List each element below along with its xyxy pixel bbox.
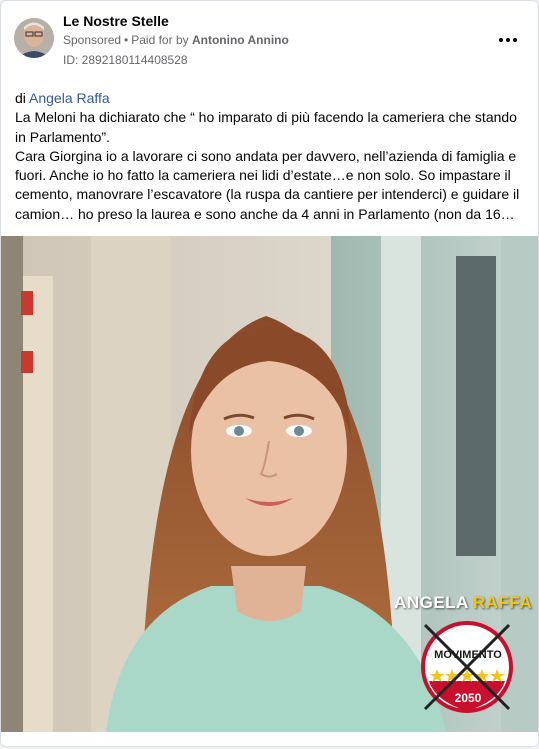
payer-name[interactable]: Antonino Annino: [192, 33, 289, 47]
page-name[interactable]: Le Nostre Stelle: [63, 13, 169, 29]
paid-for-label: Paid for by: [131, 33, 189, 47]
logo-year: 2050: [454, 691, 482, 705]
author-prefix: di: [15, 90, 30, 106]
more-dot: [506, 38, 510, 42]
post-paragraph-1: La Meloni ha dichiarato che “ ho imparat…: [15, 109, 517, 145]
post-header: Le Nostre Stelle Sponsored • Paid for by A…: [1, 1, 538, 81]
author-link[interactable]: Angela Raffa: [29, 90, 110, 106]
overlay-name: ANGELA RAFFA: [394, 593, 532, 613]
overlay-last-name: RAFFA: [472, 593, 532, 612]
post-text: di Angela Raffa La Meloni ha dichiarato …: [15, 89, 527, 224]
card-footer: [1, 732, 538, 746]
ad-id: ID: 2892180114408528: [63, 53, 188, 67]
author-line: di Angela Raffa: [15, 89, 527, 108]
logo-word: MOVIMENTO: [434, 649, 502, 661]
ad-card: Le Nostre Stelle Sponsored • Paid for by A…: [0, 0, 539, 747]
page-avatar[interactable]: [14, 18, 54, 58]
sponsored-label: Sponsored: [63, 33, 122, 47]
sponsored-line: Sponsored • Paid for by Antonino Annino: [63, 33, 289, 47]
more-options-button[interactable]: [495, 27, 521, 53]
post-paragraph-2: Cara Giorgina io a lavorare ci sono anda…: [15, 147, 520, 222]
overlay-first-name: ANGELA: [394, 593, 469, 612]
separator-dot: •: [124, 33, 129, 47]
more-dots-icon: [499, 38, 503, 42]
post-image[interactable]: ANGELA RAFFA MOVIMENTO 2050: [1, 236, 538, 732]
more-dot: [513, 38, 517, 42]
